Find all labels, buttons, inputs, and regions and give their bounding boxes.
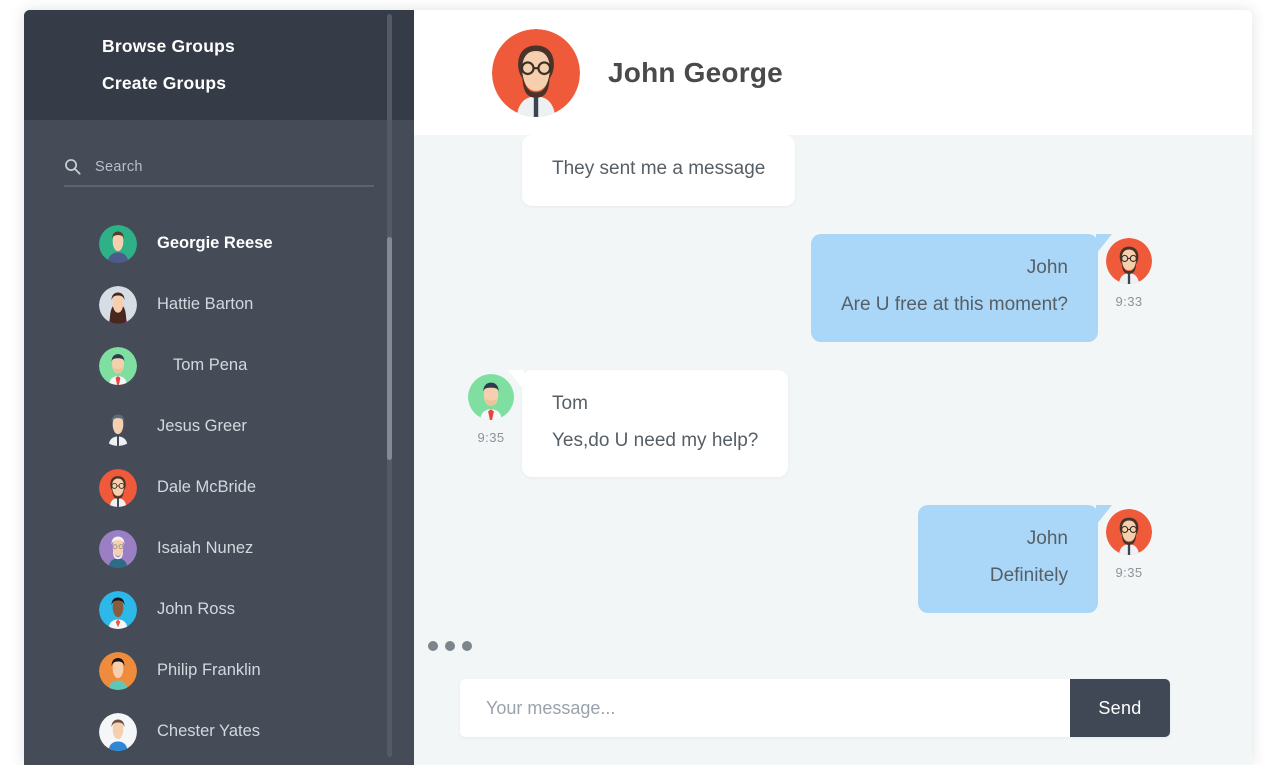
contact-list[interactable]: Georgie Reese Hattie Barton Tom Pena Jesus … — [24, 213, 414, 765]
list-item[interactable]: Jesus Greer — [99, 396, 414, 457]
avatar — [1106, 237, 1152, 284]
contact-name: Tom Pena — [173, 356, 248, 374]
typing-dot — [462, 641, 472, 651]
message-row: John Are U free at this moment? 9:33 — [460, 233, 1160, 342]
message-text: They sent me a message — [552, 158, 766, 179]
message-list: They sent me a message John Are U free at … — [414, 135, 1252, 635]
browse-groups-link[interactable]: Browse Groups — [102, 36, 414, 57]
message-bubble: John Are U free at this moment? — [810, 233, 1113, 342]
search-row[interactable] — [64, 158, 374, 187]
message-text: Definitely — [989, 565, 1068, 587]
contact-name: Isaiah Nunez — [157, 539, 254, 557]
avatar — [99, 651, 137, 690]
sidebar-scrollbar[interactable] — [387, 14, 392, 757]
message-row: They sent me a message — [460, 135, 1160, 206]
message-row: 9:35 Tom Yes,do U need my help? — [460, 369, 1160, 478]
contact-name: Georgie Reese — [157, 234, 273, 252]
avatar — [99, 408, 137, 446]
message-bubble: Tom Yes,do U need my help? — [507, 369, 789, 478]
sidebar-scrollbar-thumb[interactable] — [387, 236, 392, 460]
contact-name: Philip Franklin — [157, 661, 261, 679]
list-item[interactable]: Isaiah Nunez — [99, 518, 414, 579]
avatar — [99, 346, 137, 385]
sidebar-header: Browse Groups Create Groups — [24, 10, 414, 120]
chat-header-avatar — [492, 28, 580, 117]
avatar — [1106, 509, 1152, 556]
message-timestamp: 9:35 — [1115, 565, 1143, 581]
list-item[interactable]: Tom Pena — [99, 335, 414, 396]
message-input[interactable] — [460, 679, 1070, 737]
contact-name: Dale McBride — [157, 478, 257, 496]
message-bubble: John Definitely — [918, 505, 1112, 614]
contact-name: Jesus Greer — [157, 417, 247, 435]
chat-pane: John George They sent me a message John Ar… — [414, 10, 1252, 765]
list-item[interactable]: John Ross — [99, 579, 414, 640]
list-item[interactable]: Philip Franklin — [99, 640, 414, 701]
message-row: John Definitely 9:35 — [460, 505, 1160, 614]
message-sender: John — [1026, 256, 1068, 278]
avatar — [99, 285, 137, 324]
send-button[interactable]: Send — [1070, 679, 1170, 737]
message-text: Are U free at this moment? — [840, 293, 1068, 315]
search-input[interactable] — [95, 158, 374, 175]
typing-dot — [445, 641, 455, 651]
page-title: John George — [608, 56, 783, 88]
message-timestamp: 9:35 — [477, 429, 505, 445]
contact-name: Chester Yates — [157, 722, 261, 740]
chat-application-window: Browse Groups Create Groups Georgie Rees… — [24, 10, 1252, 765]
avatar — [99, 224, 137, 263]
list-item[interactable]: Dale McBride — [99, 457, 414, 518]
sidebar: Browse Groups Create Groups Georgie Rees… — [24, 10, 414, 765]
chat-header: John George — [414, 10, 1252, 135]
avatar — [99, 468, 137, 507]
message-sender: John — [1026, 528, 1068, 550]
create-groups-link[interactable]: Create Groups — [102, 73, 414, 94]
contact-name: John Ross — [157, 600, 235, 618]
search-icon — [64, 158, 81, 175]
contact-name: Hattie Barton — [157, 295, 254, 313]
avatar — [99, 712, 137, 751]
search-area — [24, 120, 414, 187]
avatar — [99, 590, 137, 629]
message-timestamp: 9:33 — [1115, 293, 1143, 309]
list-item[interactable]: Chester Yates — [99, 701, 414, 762]
list-item[interactable]: Georgie Reese — [99, 213, 414, 274]
message-bubble: They sent me a message — [522, 135, 796, 206]
typing-dot — [428, 641, 438, 651]
message-text: Yes,do U need my help? — [552, 429, 759, 451]
message-composer: Send — [414, 669, 1252, 765]
typing-indicator — [428, 635, 1252, 657]
list-item[interactable]: Hattie Barton — [99, 274, 414, 335]
message-sender: Tom — [552, 392, 588, 414]
avatar — [99, 529, 137, 568]
